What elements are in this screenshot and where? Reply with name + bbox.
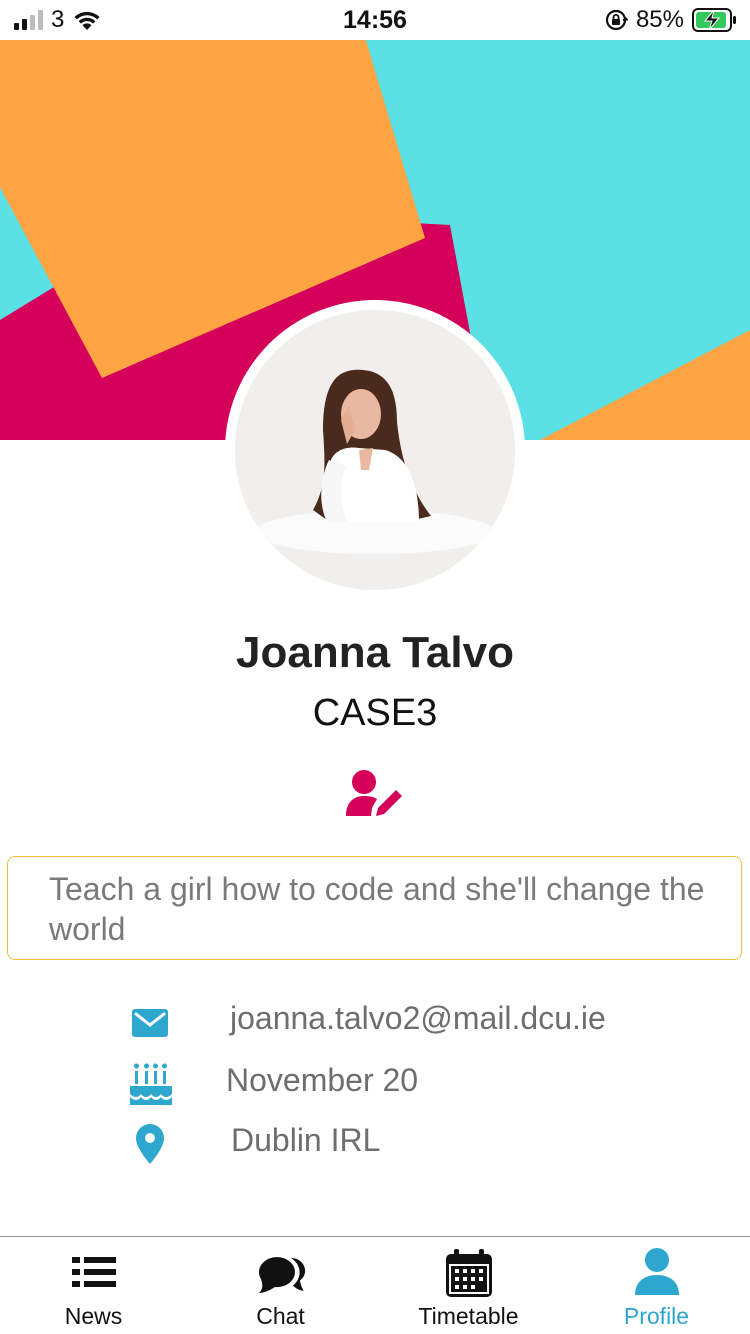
nav-timetable[interactable]: Timetable: [375, 1237, 562, 1334]
birthday-text: November 20: [226, 1062, 419, 1098]
status-right: 85%: [604, 6, 738, 34]
calendar-icon: [445, 1249, 492, 1297]
profile-course: CASE3: [312, 692, 438, 734]
email-text: joanna.talvo2@mail.dcu.ie: [230, 1000, 606, 1036]
avatar-photo: [235, 310, 515, 590]
edit-profile-button[interactable]: [344, 768, 406, 820]
orientation-lock-icon: [605, 9, 628, 31]
battery-charging-icon: [692, 8, 736, 32]
avatar: [235, 310, 515, 590]
nav-chat-label: Chat: [256, 1303, 305, 1329]
nav-profile-label: Profile: [623, 1303, 690, 1329]
bio-box: Teach a girl how to code and she'll chan…: [7, 856, 742, 960]
location-row: Dublin IRL: [0, 1120, 750, 1170]
user-edit-icon: [346, 770, 402, 816]
nav-timetable-label: Timetable: [418, 1303, 519, 1329]
mail-icon: [132, 1009, 168, 1037]
list-icon: [71, 1257, 116, 1287]
nav-news-label: News: [64, 1303, 123, 1329]
nav-chat[interactable]: Chat: [187, 1237, 374, 1334]
chat-bubbles-icon: [258, 1255, 307, 1294]
user-icon: [634, 1248, 679, 1295]
location-text: Dublin IRL: [231, 1122, 381, 1158]
bottom-nav: News Chat Timetable Profile: [0, 1236, 750, 1334]
location-pin-icon: [136, 1124, 164, 1164]
battery-percent: 85%: [635, 6, 684, 33]
birthday-row: November 20: [0, 1060, 750, 1110]
nav-profile[interactable]: Profile: [563, 1237, 750, 1334]
nav-news[interactable]: News: [0, 1237, 187, 1334]
bio-text: Teach a girl how to code and she'll chan…: [49, 871, 705, 947]
email-row: joanna.talvo2@mail.dcu.ie: [0, 998, 750, 1048]
status-bar: 3 14:56 85%: [0, 0, 750, 40]
profile-name: Joanna Talvo: [236, 628, 514, 677]
birthday-cake-icon: [130, 1063, 172, 1105]
